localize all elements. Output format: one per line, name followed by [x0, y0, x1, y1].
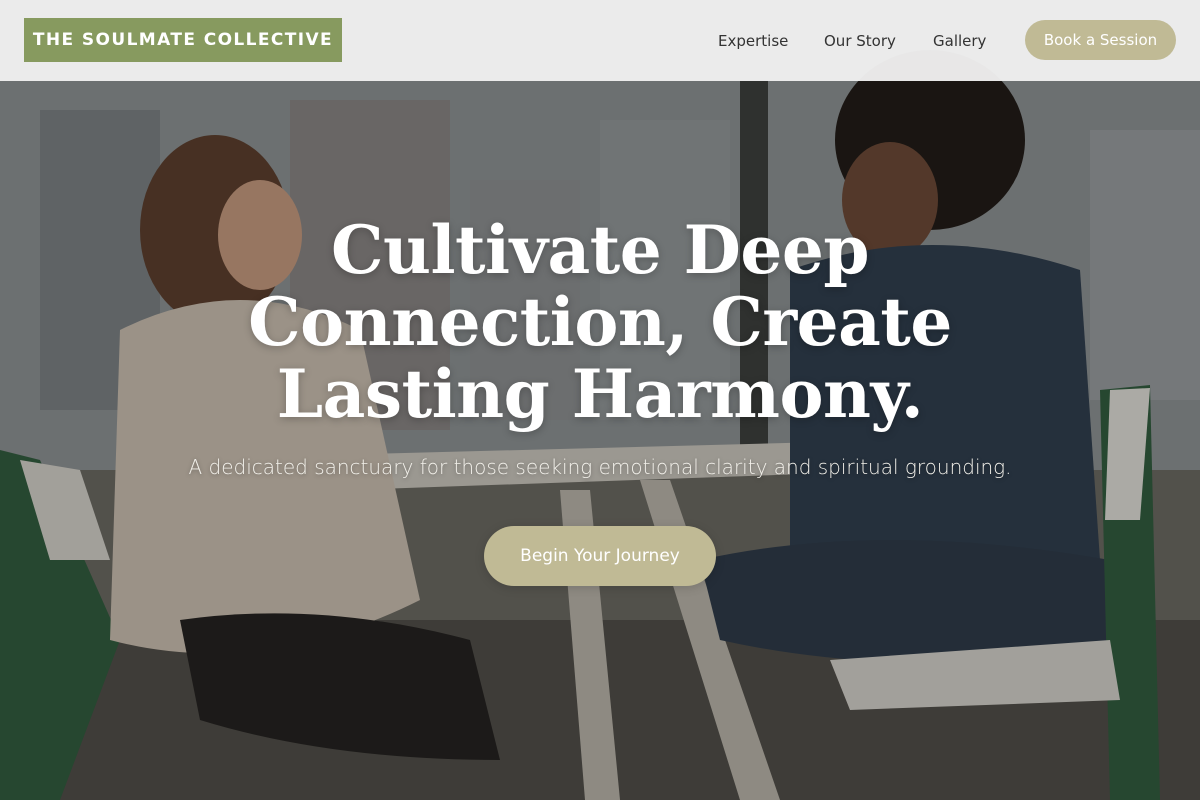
site-header: THE SOULMATE COLLECTIVE Expertise Our St… — [0, 0, 1200, 81]
hero-tagline: A dedicated sanctuary for those seeking … — [188, 455, 1012, 479]
begin-journey-button[interactable]: Begin Your Journey — [484, 526, 716, 586]
nav-link-expertise[interactable]: Expertise — [718, 0, 788, 81]
brand-logo[interactable]: THE SOULMATE COLLECTIVE — [24, 18, 342, 62]
nav-link-gallery[interactable]: Gallery — [933, 0, 986, 81]
nav-link-our-story[interactable]: Our Story — [824, 0, 896, 81]
headline-line: Connection, Create — [248, 283, 952, 361]
hero-headline: Cultivate Deep Connection, Create Lastin… — [150, 214, 1050, 430]
headline-line: Lasting Harmony. — [276, 355, 924, 433]
book-session-button[interactable]: Book a Session — [1025, 20, 1176, 60]
hero-section: Cultivate Deep Connection, Create Lastin… — [0, 0, 1200, 800]
headline-line: Cultivate Deep — [330, 211, 870, 289]
